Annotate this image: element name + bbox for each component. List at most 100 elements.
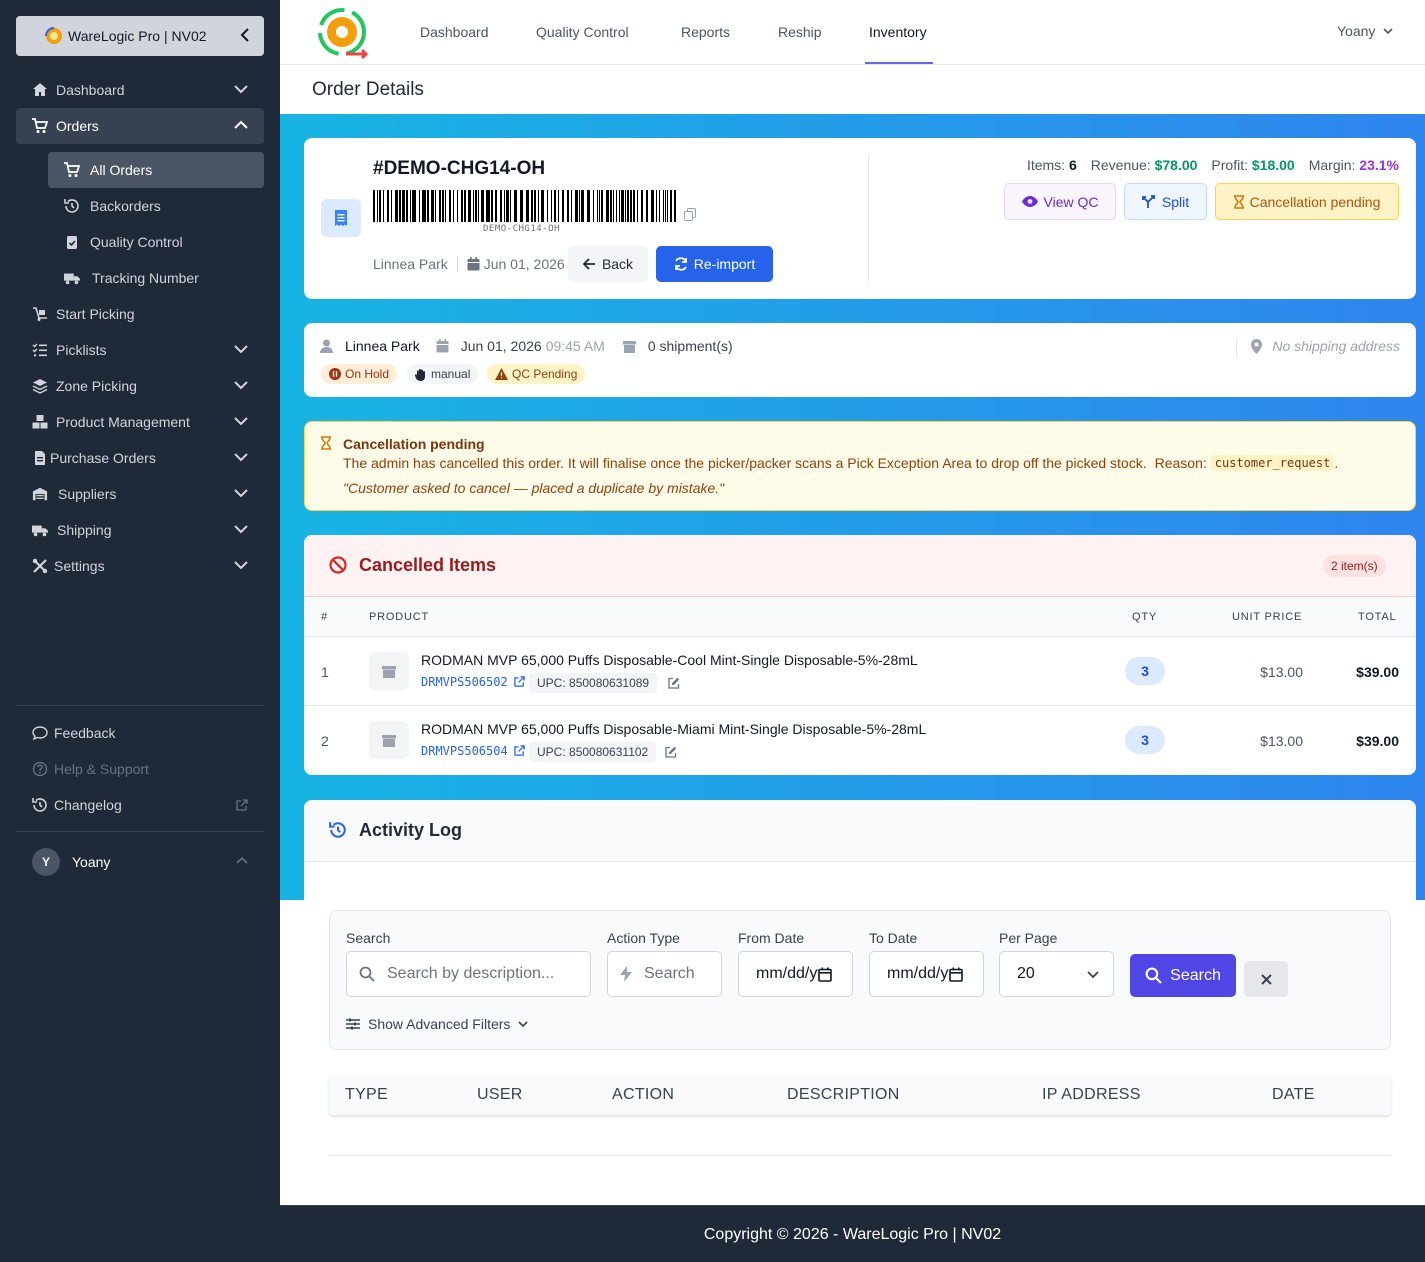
barcode-bar	[538, 190, 539, 222]
chevron-down-icon	[234, 345, 248, 354]
sidebar-user-menu[interactable]: Y Yoany	[16, 844, 264, 880]
row-number: 1	[321, 664, 329, 680]
reimport-button[interactable]: Re-import	[656, 246, 773, 282]
back-button[interactable]: Back	[568, 246, 648, 282]
edit-icon[interactable]	[668, 677, 680, 689]
app-logo-icon[interactable]	[316, 4, 372, 60]
sidebar-item-orders[interactable]: Orders	[16, 108, 264, 144]
product-image-placeholder	[369, 652, 409, 690]
history-icon	[64, 199, 79, 213]
barcode-bar	[500, 190, 502, 222]
barcode-bar	[531, 190, 533, 222]
sidebar-item-label: Suppliers	[58, 486, 117, 502]
activity-log-title: Activity Log	[359, 820, 463, 840]
sidebar-item-picklists[interactable]: Picklists	[16, 332, 264, 368]
barcode-bar	[526, 190, 529, 222]
sidebar-item-help-support[interactable]: Help & Support	[16, 751, 264, 787]
sidebar-subitem-all-orders[interactable]: All Orders	[48, 152, 264, 188]
cancellation-pending-label: Cancellation pending	[1249, 193, 1381, 210]
truck-icon	[32, 525, 48, 537]
split-button[interactable]: Split	[1124, 183, 1207, 220]
arrow-left-icon	[582, 258, 595, 270]
barcode-bar	[439, 190, 441, 222]
col-description: DESCRIPTION	[787, 1086, 900, 1103]
activity-log-card: Activity Log Search Search by descriptio…	[304, 800, 1416, 1181]
vertical-divider	[1236, 338, 1237, 358]
sidebar-item-changelog[interactable]: Changelog	[16, 787, 264, 823]
shipping-address-text: No shipping address	[1272, 338, 1400, 354]
copy-icon[interactable]	[684, 208, 696, 221]
sidebar-subitem-tracking-number[interactable]: Tracking Number	[48, 260, 264, 296]
topnav-reports[interactable]: Reports	[681, 24, 730, 40]
topnav-inventory[interactable]: Inventory	[869, 24, 927, 40]
order-barcode	[373, 190, 679, 222]
product-sku-link[interactable]: DRMVPS506504	[421, 744, 508, 758]
chevron-down-icon	[234, 489, 248, 498]
sidebar-subitem-quality-control[interactable]: Quality Control	[48, 224, 264, 260]
order-stats: Items: 6 Revenue: $78.00 Profit: $18.00 …	[1027, 157, 1399, 173]
question-circle-icon	[32, 761, 48, 777]
external-link-icon[interactable]	[514, 676, 525, 687]
search-button[interactable]: Search	[1130, 954, 1236, 997]
advanced-filters-toggle[interactable]: Show Advanced Filters	[346, 1016, 528, 1032]
sidebar-item-zone-picking[interactable]: Zone Picking	[16, 368, 264, 404]
sidebar-item-label: Help & Support	[54, 761, 149, 777]
topnav-dashboard[interactable]: Dashboard	[420, 24, 489, 40]
topnav-user-menu[interactable]: Yoany	[1337, 23, 1393, 39]
barcode-bar	[410, 190, 411, 222]
row-number: 2	[321, 733, 329, 749]
sidebar-item-product-management[interactable]: Product Management	[16, 404, 264, 440]
calendar-icon[interactable]	[949, 967, 963, 982]
sidebar-item-purchase-orders[interactable]: Purchase Orders	[16, 440, 264, 476]
user-icon	[320, 339, 333, 353]
product-sku-link[interactable]: DRMVPS506502	[421, 675, 508, 689]
clear-filters-button[interactable]	[1244, 961, 1288, 997]
sidebar-subitem-label: All Orders	[90, 162, 153, 178]
sidebar-item-dashboard[interactable]: Dashboard	[16, 72, 264, 108]
barcode-bar	[651, 190, 654, 222]
sidebar-item-shipping[interactable]: Shipping	[16, 512, 264, 548]
calendar-icon[interactable]	[818, 967, 832, 982]
topnav-quality-control[interactable]: Quality Control	[536, 24, 629, 40]
from-date-input[interactable]: mm/dd/yyyy	[738, 951, 853, 997]
order-number: #DEMO-CHG14-OH	[373, 158, 546, 179]
barcode-bar	[486, 190, 490, 222]
barcode-bar	[579, 190, 580, 222]
sidebar-divider	[16, 705, 264, 706]
brand-switcher[interactable]: WareLogic Pro | NV02	[16, 16, 264, 56]
barcode-bar	[621, 190, 624, 222]
file-invoice-icon	[35, 451, 45, 465]
product-unit-price: $13.00	[1260, 664, 1303, 680]
barcode-bar	[619, 190, 620, 222]
sidebar-subitem-backorders[interactable]: Backorders	[48, 188, 264, 224]
split-icon	[1141, 194, 1155, 208]
cancellation-pending-button[interactable]: Cancellation pending	[1215, 183, 1399, 220]
receipt-icon	[321, 199, 361, 237]
filter-label-search: Search	[346, 930, 391, 946]
barcode-bar	[554, 190, 556, 222]
action-type-input[interactable]: Search	[607, 951, 722, 997]
sidebar-item-feedback[interactable]: Feedback	[16, 715, 264, 751]
sidebar-item-suppliers[interactable]: Suppliers	[16, 476, 264, 512]
barcode-bar	[575, 190, 578, 222]
order-customer: Linnea Park	[373, 256, 448, 272]
chevron-left-icon[interactable]	[240, 28, 250, 42]
to-date-input[interactable]: mm/dd/yyyy	[869, 951, 984, 997]
activity-log-header: Activity Log	[304, 800, 1416, 862]
barcode-bar	[379, 190, 381, 222]
table-row: 1 RODMAN MVP 65,000 Puffs Disposable-Coo…	[304, 637, 1416, 706]
external-link-icon[interactable]	[514, 745, 525, 756]
action-type-placeholder: Search	[644, 965, 695, 982]
topnav-reship[interactable]: Reship	[778, 24, 822, 40]
barcode-bar	[504, 190, 505, 222]
view-qc-button[interactable]: View QC	[1004, 183, 1116, 220]
sidebar-item-settings[interactable]: Settings	[16, 548, 264, 584]
per-page-select[interactable]: 20	[999, 951, 1114, 997]
barcode-bar	[599, 190, 600, 222]
edit-icon[interactable]	[665, 746, 677, 758]
chevron-down-icon	[234, 561, 248, 570]
barcode-bar	[558, 190, 559, 222]
barcode-bar	[442, 190, 444, 222]
search-input[interactable]: Search by description...	[346, 951, 591, 997]
sidebar-item-start-picking[interactable]: Start Picking	[16, 296, 264, 332]
